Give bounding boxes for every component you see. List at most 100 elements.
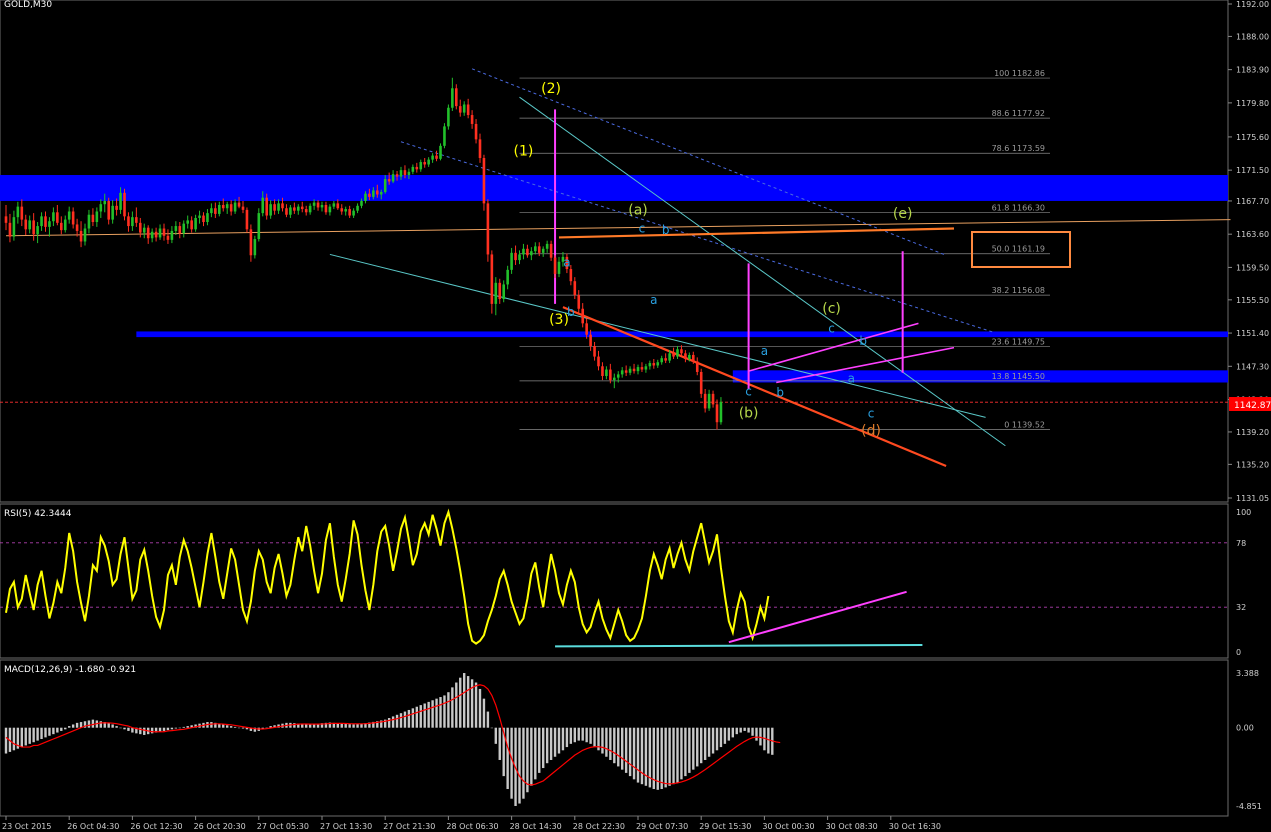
macd-bar [538, 727, 541, 773]
macd-bar [723, 727, 727, 744]
macd-bar [48, 727, 51, 736]
candle-body [577, 294, 581, 309]
candle-body [142, 227, 146, 233]
candle-body [368, 193, 371, 197]
candle-body [601, 366, 604, 377]
macd-bar [696, 727, 699, 767]
candle-body [186, 220, 189, 224]
macd-bar [703, 727, 707, 760]
candle-body [63, 219, 67, 231]
time-tick-label: 26 Oct 12:30 [130, 822, 182, 831]
macd-bar [4, 727, 8, 754]
candle-body [518, 254, 521, 261]
macd-bar [755, 727, 758, 741]
candle-body [589, 334, 592, 347]
candle-body [107, 200, 110, 220]
macd-bar [40, 727, 43, 739]
candle-body [379, 192, 383, 195]
macd-bar [557, 727, 561, 754]
macd-bar [387, 718, 391, 728]
candle-body [462, 104, 466, 113]
macd-bar [715, 727, 719, 751]
current-price-label: 1142.87 [1234, 401, 1271, 411]
candle-body [119, 192, 122, 210]
time-tick-label: 30 Oct 08:30 [826, 822, 878, 831]
candle-body [16, 206, 20, 218]
candle-body [174, 226, 178, 231]
macd-bar [166, 727, 170, 731]
candle-body [24, 219, 28, 230]
candle-body [40, 216, 43, 227]
wave-label: (3) [549, 312, 569, 328]
macd-bar [305, 724, 308, 728]
macd-bar [222, 724, 225, 728]
macd-bar [186, 726, 189, 728]
time-tick-label: 28 Oct 14:30 [510, 822, 562, 831]
candle-body [494, 282, 498, 304]
macd-bar [75, 722, 79, 728]
macd-bar [680, 727, 683, 780]
candle-body [198, 215, 201, 218]
macd-bar [431, 700, 434, 728]
candle-body [233, 202, 237, 212]
macd-bar [391, 716, 395, 728]
macd-bar [711, 727, 715, 754]
candle-body [344, 209, 347, 212]
macd-bar [229, 726, 233, 728]
candle-body [241, 206, 245, 210]
macd-bar [99, 721, 102, 728]
candle-body [52, 212, 55, 222]
candle-body [439, 145, 442, 159]
macd-bar [119, 727, 122, 729]
candle-body [4, 216, 8, 223]
fib-label: 38.2 1156.08 [992, 286, 1045, 295]
macd-bar [518, 727, 521, 804]
wave-label: (b) [739, 405, 759, 421]
candle-body [71, 211, 75, 225]
candle-body [407, 171, 411, 176]
wave-label: b [567, 305, 575, 319]
candle-body [411, 166, 415, 172]
candle-body [482, 157, 486, 204]
time-tick-label: 23 Oct 2015 [2, 822, 51, 831]
macd-bar [237, 727, 241, 729]
macd-bar [64, 727, 67, 730]
candle-body [214, 208, 217, 214]
candle-body [431, 155, 434, 160]
macd-bar [91, 719, 95, 728]
macd-bar [455, 682, 458, 728]
candle-body [636, 367, 640, 372]
macd-tick-label: 3.388 [1236, 669, 1259, 678]
candle-body [573, 281, 577, 295]
candle-body [490, 254, 494, 304]
candle-body [447, 107, 450, 127]
candle-body [545, 243, 549, 249]
macd-bar [451, 687, 454, 728]
wave-label: a [761, 344, 768, 358]
macd-bar [423, 703, 426, 728]
candle-body [75, 224, 79, 231]
macd-bar [478, 688, 482, 728]
macd-bar [692, 727, 695, 770]
wave-label: a [563, 256, 570, 270]
time-tick-label: 30 Oct 00:30 [762, 822, 814, 831]
wave-label: (c) [822, 301, 841, 317]
candle-body [166, 235, 170, 240]
candle-body [135, 217, 138, 223]
time-tick-label: 26 Oct 20:30 [194, 822, 246, 831]
candle-body [537, 246, 541, 253]
time-tick-label: 27 Oct 21:30 [383, 822, 435, 831]
macd-bar [170, 727, 174, 730]
macd-bar [352, 724, 355, 728]
candle-body [597, 356, 600, 367]
wave-label: (e) [893, 206, 913, 222]
macd-bar [52, 727, 55, 735]
candle-body [498, 282, 502, 300]
rsi-tick-label: 32 [1236, 603, 1246, 612]
candle-body [707, 393, 711, 409]
candle-body [95, 211, 99, 223]
macd-bar [115, 726, 118, 728]
macd-bar [439, 697, 442, 728]
candle-body [541, 248, 545, 253]
candle-body [502, 284, 505, 300]
